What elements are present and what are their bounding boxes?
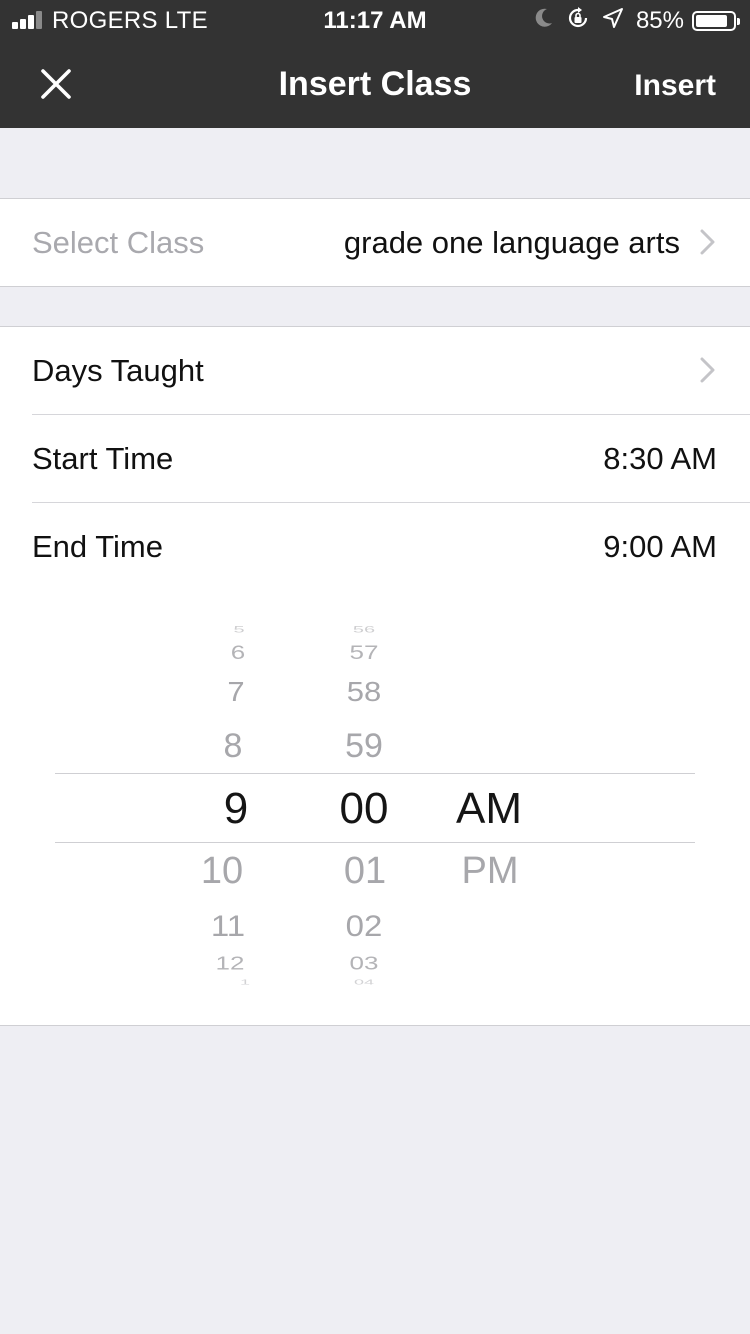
hour-option[interactable]: 9 [224,787,248,831]
time-picker[interactable]: 5 6 7 8 9 10 11 12 1 56 57 58 59 00 01 02 03 04 AM PM [0,589,750,1026]
minute-option[interactable]: 01 [344,852,386,890]
hour-option[interactable]: 11 [211,910,245,940]
start-time-value: 8:30 AM [603,441,717,476]
battery-icon [692,11,740,31]
class-section: Select Class grade one language arts [0,198,750,287]
minute-option[interactable]: 03 [350,954,379,973]
insert-button[interactable]: Insert [634,66,716,106]
minute-option[interactable]: 00 [340,787,389,831]
hour-option[interactable]: 6 [231,642,245,662]
hour-option[interactable]: 5 [233,626,244,635]
days-taught-row[interactable]: Days Taught [32,327,750,415]
chevron-right-icon [700,357,715,383]
minute-option[interactable]: 02 [346,910,383,940]
orientation-lock-icon [566,6,590,37]
end-time-value: 9:00 AM [603,529,717,564]
end-time-label: End Time [32,528,163,564]
minute-option[interactable]: 04 [354,978,374,985]
hour-option[interactable]: 12 [216,954,245,973]
picker-selection-top-line [55,773,695,774]
battery-percentage: 85% [635,7,684,34]
minute-option[interactable]: 59 [345,729,383,763]
location-arrow-icon [602,7,624,36]
minute-option[interactable]: 57 [350,642,379,662]
chevron-right-icon [700,229,715,255]
select-class-label: Select Class [32,224,205,260]
status-right-cluster: 85% [534,6,740,37]
top-bar: ROGERS LTE 11:17 AM 85% Insert Class Ins… [0,0,750,128]
start-time-label: Start Time [32,440,174,476]
select-class-row[interactable]: Select Class grade one language arts [32,199,750,286]
status-bar: ROGERS LTE 11:17 AM 85% [0,0,750,40]
moon-icon [534,7,554,36]
hour-option[interactable]: 7 [227,677,244,705]
period-option[interactable]: AM [456,787,522,831]
days-taught-label: Days Taught [32,352,204,388]
start-time-row[interactable]: Start Time 8:30 AM [32,415,750,503]
period-option[interactable]: PM [462,852,519,890]
hour-option[interactable]: 1 [240,978,250,985]
end-time-row[interactable]: End Time 9:00 AM [32,503,750,591]
picker-selection-bottom-line [55,842,695,843]
selected-class-value: grade one language arts [343,225,680,260]
minute-option[interactable]: 56 [353,626,375,635]
minute-option[interactable]: 58 [347,677,381,705]
hour-option[interactable]: 8 [224,729,243,763]
hour-option[interactable]: 10 [201,852,243,890]
schedule-section: Days Taught Start Time 8:30 AM End Time … [0,326,750,591]
